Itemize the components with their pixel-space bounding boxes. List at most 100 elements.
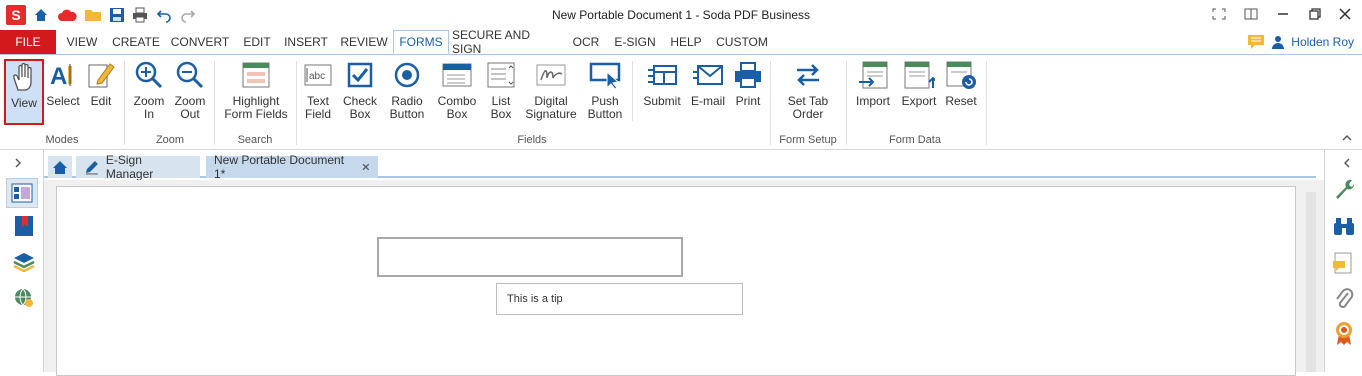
group-divider xyxy=(296,61,297,145)
esign-tab-label: E-Sign Manager xyxy=(105,153,154,181)
form-text-field[interactable] xyxy=(377,237,683,277)
close-icon[interactable] xyxy=(1334,4,1356,24)
restore-icon[interactable] xyxy=(1304,4,1326,24)
document-tab-strip: E-Sign Manager New Portable Document 1* xyxy=(44,153,1316,181)
push-button-button[interactable]: Push Button xyxy=(584,59,626,125)
tab-create[interactable]: CREATE xyxy=(108,30,164,54)
collapse-right-panel-icon[interactable] xyxy=(1341,156,1353,170)
group-divider xyxy=(632,61,633,121)
search-group-label: Search xyxy=(237,134,273,146)
tab-help[interactable]: HELP xyxy=(666,30,706,54)
user-area[interactable]: Holden Roy xyxy=(1247,32,1354,52)
submit-button[interactable]: Submit xyxy=(640,59,684,125)
text-field-label: Text Field xyxy=(304,94,331,121)
tab-edit[interactable]: EDIT xyxy=(238,30,276,54)
wrench-tools-icon[interactable] xyxy=(1331,176,1357,202)
tab-secure-and-sign[interactable]: SECURE AND SIGN xyxy=(452,28,562,56)
expand-left-panel-icon[interactable] xyxy=(12,156,24,170)
bookmarks-icon[interactable] xyxy=(12,214,36,238)
text-field-button[interactable]: abc Text Field xyxy=(300,59,336,125)
print-label: Print xyxy=(735,94,761,108)
zoom-out-label: Zoom Out xyxy=(174,94,206,121)
reset-label: Reset xyxy=(945,94,977,108)
tab-forms[interactable]: FORMS xyxy=(393,30,449,54)
menu-bar: FILE VIEW CREATE CONVERT EDIT INSERT REV… xyxy=(0,28,1362,56)
close-tab-icon[interactable] xyxy=(362,163,370,171)
reset-button[interactable]: Reset xyxy=(942,59,980,125)
vertical-scrollbar[interactable] xyxy=(1306,192,1316,372)
tab-new-portable-document[interactable]: New Portable Document 1* xyxy=(206,153,378,181)
tab-order-arrows-icon xyxy=(791,59,825,91)
tab-file[interactable]: FILE xyxy=(0,30,56,54)
email-button[interactable]: E-mail xyxy=(688,59,728,125)
submit-icon xyxy=(645,59,679,91)
tab-e-sign[interactable]: E-SIGN xyxy=(609,30,661,54)
list-box-button[interactable]: List Box xyxy=(484,59,518,125)
left-sidebar xyxy=(0,150,44,372)
group-divider xyxy=(124,61,125,145)
user-name[interactable]: Holden Roy xyxy=(1291,35,1354,49)
tab-convert[interactable]: CONVERT xyxy=(168,30,232,54)
email-icon xyxy=(691,59,725,91)
binoculars-search-icon[interactable] xyxy=(1331,214,1357,240)
zoom-in-button[interactable]: Zoom In xyxy=(130,59,168,125)
select-button[interactable]: A Select xyxy=(46,59,80,125)
push-button-icon xyxy=(588,59,622,91)
attachment-paperclip-icon[interactable] xyxy=(1331,286,1357,312)
export-button[interactable]: Export xyxy=(898,59,940,125)
document-tab-label: New Portable Document 1* xyxy=(214,153,345,181)
tab-review[interactable]: REVIEW xyxy=(336,30,392,54)
export-label: Export xyxy=(901,94,937,108)
radio-button-icon xyxy=(390,59,424,91)
ribbon: View A Select Edit Modes Zoom In Zoom Ou… xyxy=(0,54,1362,150)
fullscreen-icon[interactable] xyxy=(1208,4,1230,24)
modes-group-label: Modes xyxy=(45,134,79,146)
document-viewport[interactable]: This is a tip xyxy=(44,180,1324,376)
web-links-icon[interactable] xyxy=(12,286,36,310)
zoom-in-label: Zoom In xyxy=(133,94,165,121)
check-box-button[interactable]: Check Box xyxy=(340,59,380,125)
minimize-icon[interactable] xyxy=(1272,4,1294,24)
radio-button-button[interactable]: Radio Button xyxy=(386,59,428,125)
abc-icon-text: abc xyxy=(309,71,325,82)
import-button[interactable]: Import xyxy=(852,59,894,125)
reading-mode-icon[interactable] xyxy=(1240,4,1262,24)
zoom-group-label: Zoom xyxy=(155,134,185,146)
group-divider xyxy=(986,61,987,145)
window-title: New Portable Document 1 - Soda PDF Busin… xyxy=(551,8,811,22)
combo-box-button[interactable]: Combo Box xyxy=(436,59,478,125)
set-tab-order-button[interactable]: Set Tab Order xyxy=(780,59,836,125)
tab-view[interactable]: VIEW xyxy=(62,30,102,54)
tab-esign-manager[interactable]: E-Sign Manager xyxy=(76,153,200,181)
certificate-badge-icon[interactable] xyxy=(1331,320,1357,346)
select-label: Select xyxy=(46,94,80,108)
list-box-icon xyxy=(484,59,518,91)
tab-insert[interactable]: INSERT xyxy=(280,30,332,54)
form-setup-group-label: Form Setup xyxy=(779,134,837,146)
printer-icon xyxy=(731,59,765,91)
view-mode-button[interactable]: View xyxy=(4,59,44,125)
right-sidebar xyxy=(1324,150,1362,372)
highlight-label: Highlight Form Fields xyxy=(224,94,288,121)
combo-box-label: Combo Box xyxy=(437,94,477,121)
reset-icon xyxy=(944,59,978,91)
tab-ocr[interactable]: OCR xyxy=(568,30,604,54)
collapse-ribbon-icon[interactable] xyxy=(1340,131,1354,145)
comment-icon[interactable] xyxy=(1247,34,1265,50)
edit-button[interactable]: Edit xyxy=(84,59,118,125)
zoom-out-button[interactable]: Zoom Out xyxy=(170,59,210,125)
check-box-label: Check Box xyxy=(342,94,377,121)
layers-icon[interactable] xyxy=(12,250,36,274)
edit-pencil-icon xyxy=(84,59,118,91)
comments-icon[interactable] xyxy=(1331,250,1357,276)
document-page[interactable]: This is a tip xyxy=(56,186,1296,376)
export-icon xyxy=(902,59,936,91)
home-tab-icon[interactable] xyxy=(48,156,72,178)
print-button[interactable]: Print xyxy=(730,59,766,125)
digital-signature-button[interactable]: Digital Signature xyxy=(524,59,578,125)
highlight-form-fields-button[interactable]: Highlight Form Fields xyxy=(222,59,290,125)
zoom-out-icon xyxy=(173,59,207,91)
submit-label: Submit xyxy=(643,94,681,108)
pages-panel-icon[interactable] xyxy=(6,178,38,208)
tab-custom[interactable]: CUSTOM xyxy=(711,30,773,54)
